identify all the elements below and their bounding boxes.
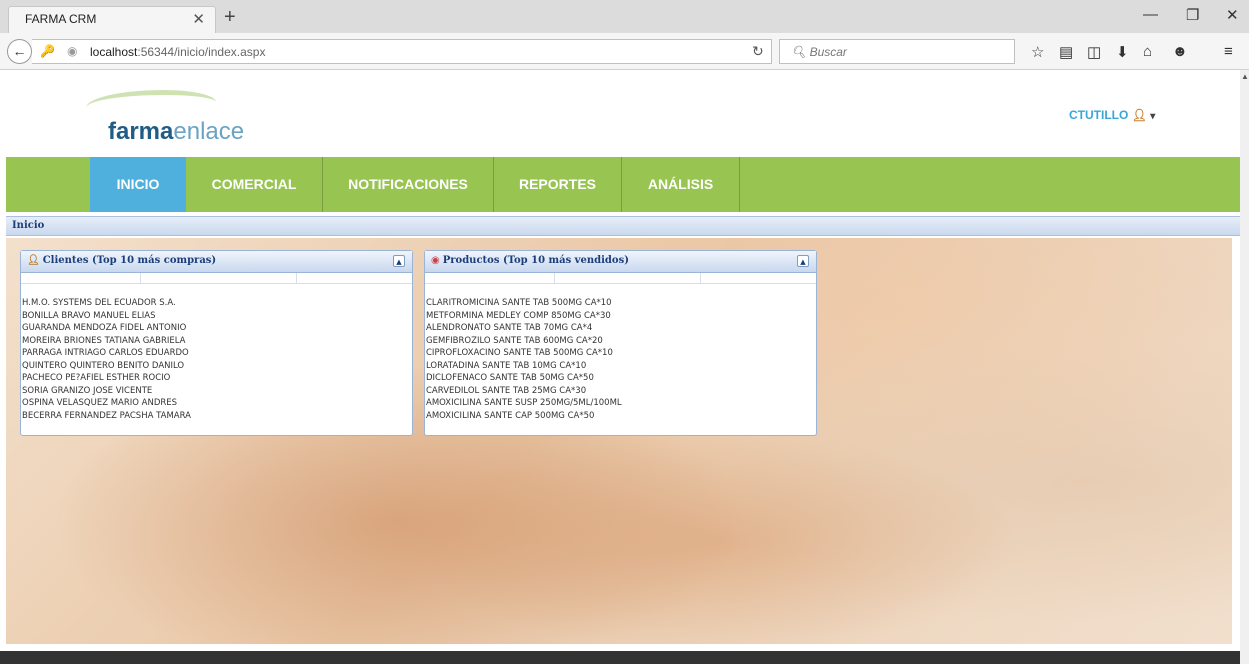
- panel-title: Productos (Top 10 más vendidos): [442, 255, 629, 266]
- list-item: GUARANDA MENDOZA FIDEL ANTONIO: [22, 323, 187, 333]
- scroll-up-icon[interactable]: ▲: [1241, 72, 1249, 81]
- breadcrumb-item[interactable]: Inicio: [12, 220, 44, 231]
- footer-bar: [0, 651, 1240, 664]
- list-item: LORATADINA SANTE TAB 10MG CA*10: [426, 360, 587, 371]
- list-item: CARVEDILOL SANTE TAB 25MG CA*30: [426, 385, 587, 396]
- list-item: AMOXICILINA SANTE SUSP 250MG/5ML/100ML: [426, 398, 622, 408]
- url-path: :56344/inicio/index.aspx: [137, 45, 266, 59]
- list-item: H.M.O. SYSTEMS DEL ECUADOR S.A.: [22, 298, 176, 308]
- collapse-icon[interactable]: ▲: [797, 255, 809, 267]
- browser-nav-bar: ← localhost:56344/inicio/index.aspx 🔑 ◉ …: [0, 33, 1249, 70]
- list-item: AMOXICILINA SANTE CAP 500MG CA*50: [426, 410, 595, 421]
- url-bar[interactable]: localhost:56344/inicio/index.aspx: [32, 39, 772, 64]
- close-window-icon[interactable]: ✕: [1226, 6, 1239, 24]
- tab-title: FARMA CRM: [25, 12, 97, 26]
- user-name: CTUTILLO: [1069, 108, 1129, 122]
- panel-header: ◉ Productos (Top 10 más vendidos) ▲: [425, 251, 816, 273]
- logo[interactable]: farmaenlace: [86, 88, 292, 146]
- list-item: DICLOFENACO SANTE TAB 50MG CA*50: [426, 373, 594, 383]
- list-item: METFORMINA MEDLEY COMP 850MG CA*30: [426, 310, 611, 321]
- minimize-icon[interactable]: —: [1143, 6, 1158, 23]
- menu-item-comercial[interactable]: COMERCIAL: [186, 157, 323, 212]
- list-item: PACHECO PE?AFIEL ESTHER ROCIO: [22, 373, 171, 383]
- menu-icon[interactable]: ≡: [1224, 43, 1233, 60]
- collapse-icon[interactable]: ▲: [393, 255, 405, 267]
- breadcrumb: Inicio: [6, 216, 1240, 236]
- key-icon[interactable]: 🔑: [40, 44, 55, 58]
- logo-text: farmaenlace: [108, 118, 244, 146]
- list-item: OSPINA VELASQUEZ MARIO ANDRES: [22, 398, 178, 408]
- back-icon[interactable]: ←: [7, 39, 32, 64]
- reload-icon[interactable]: ↻: [752, 43, 764, 60]
- logo-swoosh: [86, 90, 216, 120]
- new-tab-icon[interactable]: +: [224, 6, 236, 29]
- grid-header: [21, 273, 412, 284]
- restore-icon[interactable]: ❐: [1186, 6, 1199, 24]
- browser-tab[interactable]: FARMA CRM ✕: [8, 6, 216, 33]
- user-icon: 👤︎: [27, 255, 40, 266]
- grid-header: [425, 273, 816, 284]
- logo-light: enlace: [173, 118, 245, 145]
- menu-item-inicio[interactable]: INICIO: [90, 157, 186, 212]
- logo-bold: farma: [108, 118, 174, 145]
- list-item: CLARITROMICINA SANTE TAB 500MG CA*10: [426, 298, 612, 308]
- browser-tab-bar: FARMA CRM ✕ + — ❐ ✕: [0, 0, 1249, 33]
- pocket-icon[interactable]: ◫: [1087, 43, 1101, 61]
- list-item: ALENDRONATO SANTE TAB 70MG CA*4: [426, 323, 593, 333]
- search-input[interactable]: 🔍︎ Buscar: [779, 39, 1015, 64]
- page-content: farmaenlace CTUTILLO 👤︎ ▾ INICIO COMERCI…: [0, 70, 1240, 664]
- user-menu[interactable]: CTUTILLO 👤︎ ▾: [1069, 108, 1155, 122]
- list-item: GEMFIBROZILO SANTE TAB 600MG CA*20: [426, 335, 603, 346]
- bookmark-star-icon[interactable]: ☆: [1031, 43, 1044, 61]
- url-host: localhost: [90, 45, 138, 59]
- download-icon[interactable]: ⬇: [1116, 43, 1129, 61]
- menu-item-analisis[interactable]: ANÁLISIS: [622, 157, 740, 212]
- search-icon: 🔍︎: [791, 45, 807, 59]
- clientes-panel: 👤︎ Clientes (Top 10 más compras) ▲ H.M.O.…: [20, 250, 413, 436]
- chat-icon[interactable]: ☻: [1172, 43, 1188, 60]
- close-tab-icon[interactable]: ✕: [192, 10, 205, 28]
- productos-list: CLARITROMICINA SANTE TAB 500MG CA*10 MET…: [425, 284, 816, 422]
- clientes-list: H.M.O. SYSTEMS DEL ECUADOR S.A. BONILLA …: [21, 284, 412, 422]
- menu-item-reportes[interactable]: REPORTES: [494, 157, 622, 212]
- list-item: SORIA GRANIZO JOSE VICENTE: [22, 385, 153, 396]
- list-item: BONILLA BRAVO MANUEL ELIAS: [22, 310, 156, 321]
- list-item: BECERRA FERNANDEZ PACSHA TAMARA: [22, 410, 191, 421]
- main-menu: INICIO COMERCIAL NOTIFICACIONES REPORTES…: [6, 157, 1240, 212]
- globe-icon[interactable]: ◉: [67, 44, 77, 58]
- list-item: QUINTERO QUINTERO BENITO DANILO: [22, 360, 185, 371]
- productos-panel: ◉ Productos (Top 10 más vendidos) ▲ CLARI…: [424, 250, 817, 436]
- panel-title: Clientes (Top 10 más compras): [42, 255, 217, 266]
- reading-list-icon[interactable]: ▤: [1059, 43, 1073, 61]
- list-item: MOREIRA BRIONES TATIANA GABRIELA: [22, 335, 186, 346]
- page-scrollbar[interactable]: ▲: [1240, 70, 1249, 664]
- menu-item-notificaciones[interactable]: NOTIFICACIONES: [323, 157, 494, 212]
- products-icon: ◉: [431, 255, 440, 266]
- list-item: CIPROFLOXACINO SANTE TAB 500MG CA*10: [426, 348, 613, 358]
- home-icon[interactable]: ⌂: [1143, 43, 1152, 60]
- search-placeholder: Buscar: [809, 45, 847, 59]
- user-icon: 👤︎: [1131, 108, 1147, 122]
- panel-header: 👤︎ Clientes (Top 10 más compras) ▲: [21, 251, 412, 273]
- caret-down-icon: ▾: [1150, 111, 1156, 122]
- list-item: PARRAGA INTRIAGO CARLOS EDUARDO: [22, 348, 189, 358]
